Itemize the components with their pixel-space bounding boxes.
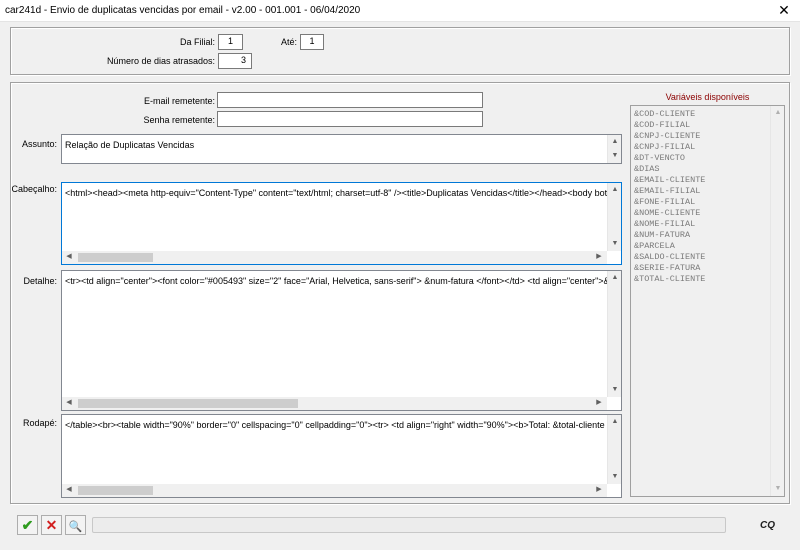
variavel-item[interactable]: &COD-FILIAL [631,120,771,131]
variaveis-vscroll[interactable]: ▲ ▼ [770,106,784,496]
variavel-item[interactable]: &TOTAL-CLIENTE [631,274,771,285]
variavel-item[interactable]: &SALDO-CLIENTE [631,252,771,263]
window-title: car241d - Envio de duplicatas vencidas p… [5,5,361,16]
close-icon: ✕ [45,517,58,533]
scroll-up-icon[interactable]: ▲ [609,136,621,148]
rodape-hscroll-thumb[interactable] [78,486,153,495]
scroll-right-icon[interactable]: ▶ [593,397,605,409]
variavel-item[interactable]: &COD-CLIENTE [631,109,771,120]
dias-atrasados-input[interactable]: 3 [218,53,252,69]
email-remetente-input[interactable] [217,92,483,108]
scroll-down-icon[interactable]: ▼ [609,150,621,162]
assunto-text: Relação de Duplicatas Vencidas [65,140,195,150]
status-bar [92,517,726,533]
variavel-item[interactable]: &CNPJ-CLIENTE [631,131,771,142]
variavel-item[interactable]: &EMAIL-CLIENTE [631,175,771,186]
cabecalho-vscroll[interactable]: ▲ ▼ [607,183,621,251]
preview-button[interactable]: 🔍 [65,515,86,535]
scroll-down-icon[interactable]: ▼ [772,483,784,495]
magnifier-icon: 🔍 [68,521,83,533]
scroll-right-icon[interactable]: ▶ [593,484,605,496]
title-bar: car241d - Envio de duplicatas vencidas p… [0,0,800,22]
rodape-label: Rodapé: [22,418,57,428]
variavel-item[interactable]: &DT-VENCTO [631,153,771,164]
assunto-label: Assunto: [21,139,57,149]
detalhe-textarea[interactable]: <tr><td align="center"><font color="#005… [61,270,622,411]
scroll-up-icon[interactable]: ▲ [609,184,621,196]
scroll-down-icon[interactable]: ▼ [609,384,621,396]
dias-atrasados-label: Número de dias atrasados: [106,56,215,66]
scroll-left-icon[interactable]: ◀ [63,251,75,263]
da-filial-label: Da Filial: [179,37,215,47]
cq-logo: CQ [760,520,775,531]
scroll-down-icon[interactable]: ▼ [609,238,621,250]
confirm-button[interactable]: ✔ [17,515,38,535]
variaveis-title: Variáveis disponíveis [665,92,750,102]
email-remetente-label: E-mail remetente: [143,96,215,106]
scroll-up-icon[interactable]: ▲ [772,107,784,119]
variavel-item[interactable]: &SERIE-FATURA [631,263,771,274]
ate-input[interactable]: 1 [300,34,324,50]
assunto-textarea[interactable]: Relação de Duplicatas Vencidas ▲ ▼ [61,134,622,164]
scroll-right-icon[interactable]: ▶ [593,251,605,263]
scroll-left-icon[interactable]: ◀ [63,484,75,496]
variavel-item[interactable]: &NOME-FILIAL [631,219,771,230]
cabecalho-hscroll-thumb[interactable] [78,253,153,262]
variavel-item[interactable]: &FONE-FILIAL [631,197,771,208]
scroll-left-icon[interactable]: ◀ [63,397,75,409]
cabecalho-label: Cabeçalho: [11,184,57,194]
variavel-item[interactable]: &EMAIL-FILIAL [631,186,771,197]
variavel-item[interactable]: &NOME-CLIENTE [631,208,771,219]
detalhe-label: Detalhe: [23,276,57,286]
detalhe-hscroll[interactable]: ◀ ▶ [62,397,607,410]
cabecalho-hscroll[interactable]: ◀ ▶ [62,251,607,264]
ate-label: Até: [280,37,297,47]
scroll-up-icon[interactable]: ▲ [609,272,621,284]
rodape-text: </table><br><table width="90%" border="0… [65,420,615,430]
rodape-vscroll[interactable]: ▲ ▼ [607,415,621,484]
variaveis-list[interactable]: &COD-CLIENTE &COD-FILIAL &CNPJ-CLIENTE &CNP… [630,105,785,497]
scroll-down-icon[interactable]: ▼ [609,471,621,483]
scroll-up-icon[interactable]: ▲ [609,416,621,428]
close-icon[interactable]: ✕ [776,2,792,18]
variavel-item[interactable]: &PARCELA [631,241,771,252]
cabecalho-textarea[interactable]: <html><head><meta http-equiv="Content-Ty… [61,182,622,265]
detalhe-vscroll[interactable]: ▲ ▼ [607,271,621,397]
check-icon: ✔ [21,517,34,533]
cancel-button[interactable]: ✕ [41,515,62,535]
senha-remetente-label: Senha remetente: [143,115,215,125]
variavel-item[interactable]: &NUM-FATURA [631,230,771,241]
rodape-textarea[interactable]: </table><br><table width="90%" border="0… [61,414,622,498]
variavel-item[interactable]: &DIAS [631,164,771,175]
detalhe-hscroll-thumb[interactable] [78,399,298,408]
senha-remetente-input[interactable] [217,111,483,127]
rodape-hscroll[interactable]: ◀ ▶ [62,484,607,497]
cabecalho-text: <html><head><meta http-equiv="Content-Ty… [65,188,622,198]
detalhe-text: <tr><td align="center"><font color="#005… [65,276,620,286]
assunto-vscroll[interactable]: ▲ ▼ [607,135,621,163]
da-filial-input[interactable]: 1 [218,34,243,50]
variavel-item[interactable]: &CNPJ-FILIAL [631,142,771,153]
filter-panel [10,27,790,75]
